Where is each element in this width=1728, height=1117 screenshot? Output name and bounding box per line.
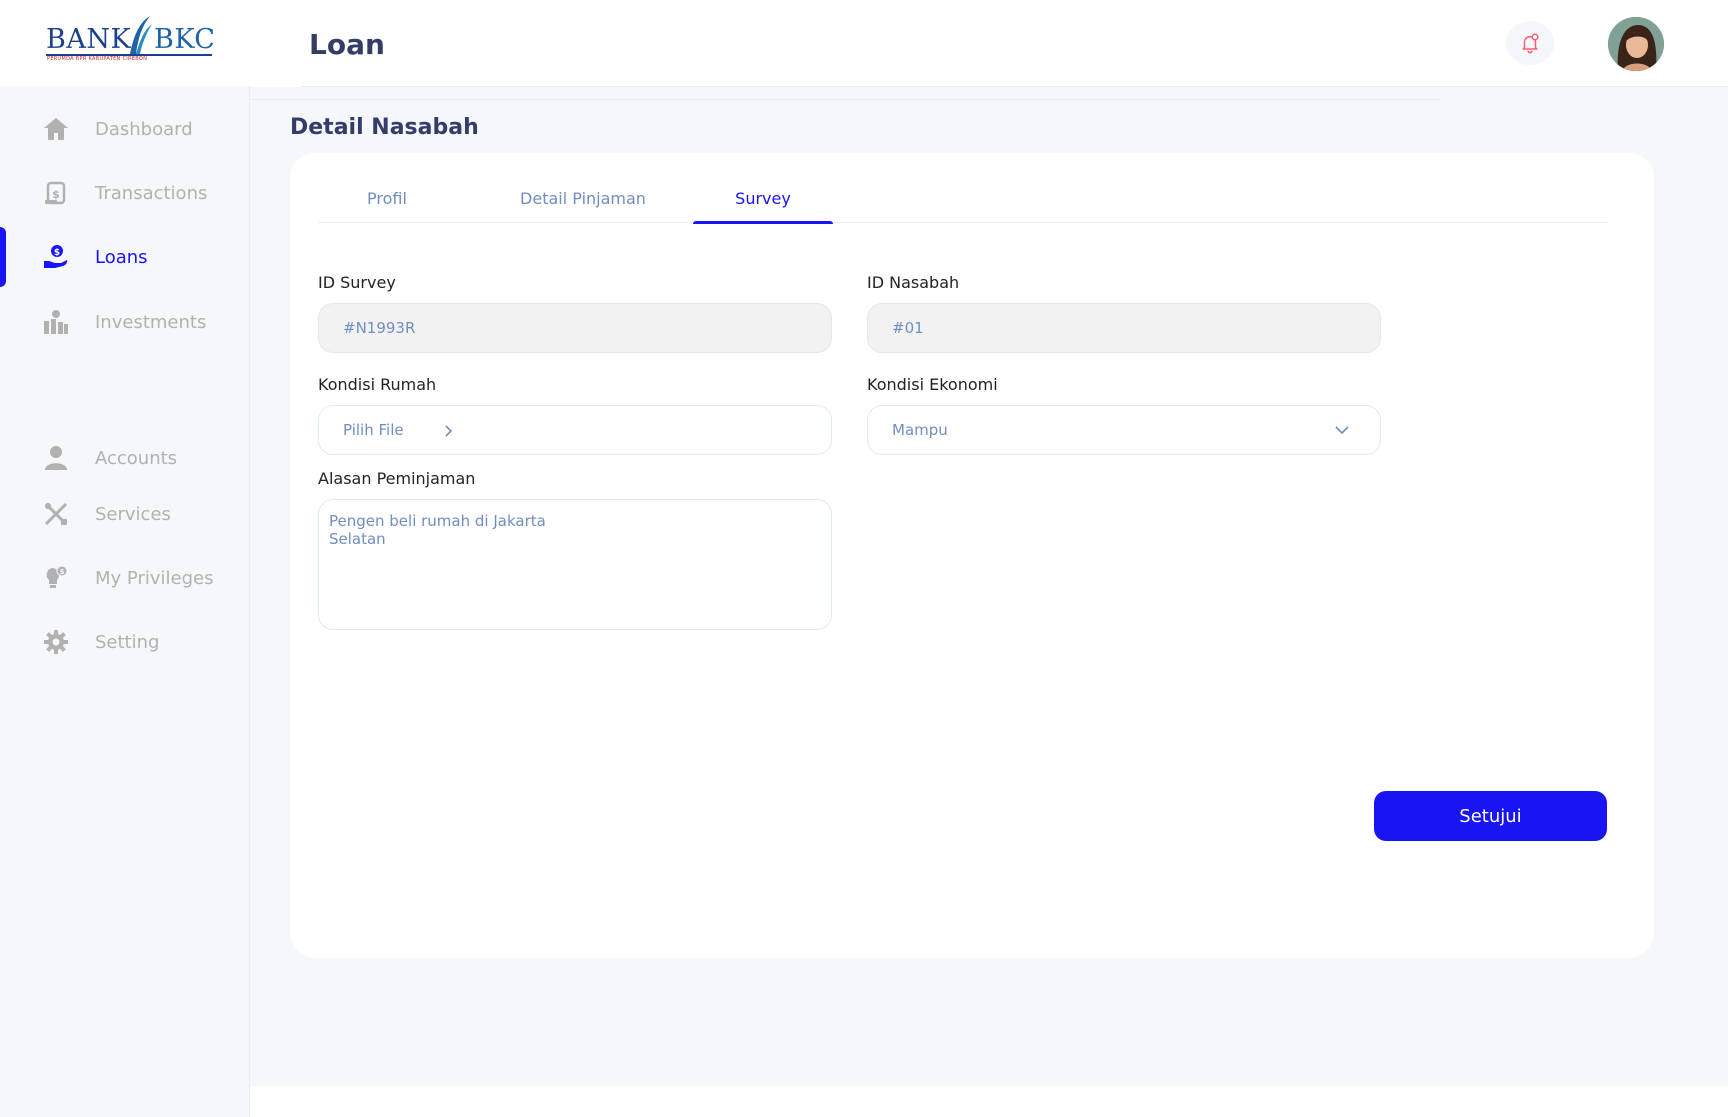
id-nasabah-field: #01 (867, 303, 1381, 353)
select-value: Mampu (892, 421, 948, 439)
file-picker-value: Pilih File (343, 421, 404, 439)
kondisi-rumah-file-picker[interactable]: Pilih File (318, 405, 832, 455)
id-nasabah-label: ID Nasabah (867, 273, 960, 292)
tab-bar: Profil Detail Pinjaman Survey (318, 153, 1608, 224)
sidebar-item-investments[interactable]: Investments (0, 300, 250, 344)
home-icon (43, 116, 69, 142)
tab-detail-pinjaman[interactable]: Detail Pinjaman (488, 189, 678, 223)
setujui-button-label: Setujui (1459, 805, 1522, 827)
sidebar-item-label: Transactions (95, 182, 208, 204)
svg-text:$: $ (60, 568, 65, 576)
loan-icon: $ (43, 244, 69, 270)
sidebar-item-label: Loans (95, 246, 148, 268)
tab-label: Survey (735, 189, 791, 208)
logo-text-bkc: BKC (154, 24, 216, 55)
sidebar-item-my-privileges[interactable]: $ My Privileges (0, 556, 250, 600)
gear-icon (43, 629, 69, 655)
tab-profil[interactable]: Profil (318, 189, 456, 223)
bell-icon (1522, 33, 1539, 54)
id-survey-label: ID Survey (318, 273, 396, 292)
tab-label: Profil (367, 189, 407, 208)
sidebar-item-transactions[interactable]: $ Transactions (0, 171, 250, 215)
chevron-right-icon (445, 425, 453, 437)
main-content: Detail Nasabah Profil Detail Pinjaman Su… (250, 87, 1728, 1086)
investment-icon (43, 309, 69, 335)
detail-card: Profil Detail Pinjaman Survey ID Survey … (290, 153, 1654, 958)
sidebar: Dashboard $ Transactions $ Loans Investm… (0, 86, 250, 1117)
sidebar-item-label: Accounts (95, 447, 178, 469)
sidebar-item-services[interactable]: Services (0, 492, 250, 536)
logo-subtitle: PERUMDA BPR KABUPATEN CIREBON (47, 56, 148, 62)
sidebar-item-loans[interactable]: $ Loans (0, 235, 250, 279)
avatar[interactable] (1608, 17, 1664, 71)
sidebar-item-setting[interactable]: Setting (0, 620, 250, 664)
sidebar-item-label: Setting (95, 631, 160, 653)
kondisi-ekonomi-label: Kondisi Ekonomi (867, 375, 998, 394)
chevron-down-icon (1335, 426, 1349, 435)
logo-swoosh-icon (130, 16, 152, 54)
kondisi-ekonomi-select[interactable]: Mampu (867, 405, 1381, 455)
content-divider (250, 99, 1440, 100)
sidebar-item-label: My Privileges (95, 567, 214, 589)
sidebar-item-accounts[interactable]: Accounts (0, 436, 250, 480)
svg-text:$: $ (52, 188, 60, 201)
transfer-icon: $ (43, 180, 69, 206)
kondisi-rumah-label: Kondisi Rumah (318, 375, 437, 394)
alasan-peminjaman-label: Alasan Peminjaman (318, 469, 476, 488)
user-photo-icon (1608, 17, 1664, 71)
services-icon (43, 501, 69, 527)
logo-text-bank: BANK (46, 24, 132, 55)
alasan-peminjaman-textarea[interactable]: Pengen beli rumah di Jakarta Selatan (318, 499, 832, 630)
svg-text:$: $ (54, 248, 60, 258)
notification-button[interactable] (1506, 21, 1554, 65)
tab-label: Detail Pinjaman (520, 189, 646, 208)
page-title: Loan (309, 28, 385, 61)
top-header: BANK BKC PERUMDA BPR KABUPATEN CIREBON L… (0, 0, 1728, 87)
setujui-button[interactable]: Setujui (1374, 791, 1607, 841)
id-survey-field: #N1993R (318, 303, 832, 353)
sidebar-item-label: Investments (95, 311, 207, 333)
id-nasabah-value: #01 (892, 319, 924, 337)
bank-logo[interactable]: BANK BKC PERUMDA BPR KABUPATEN CIREBON (44, 14, 216, 66)
user-icon (43, 445, 69, 471)
tab-survey[interactable]: Survey (693, 189, 833, 224)
sidebar-item-label: Dashboard (95, 118, 193, 140)
footer-strip (250, 1086, 1728, 1117)
id-survey-value: #N1993R (343, 319, 416, 337)
tab-active-underline (693, 221, 833, 224)
privileges-icon: $ (43, 565, 69, 591)
section-title: Detail Nasabah (290, 115, 479, 140)
sidebar-item-dashboard[interactable]: Dashboard (0, 107, 250, 151)
sidebar-item-label: Services (95, 503, 171, 525)
